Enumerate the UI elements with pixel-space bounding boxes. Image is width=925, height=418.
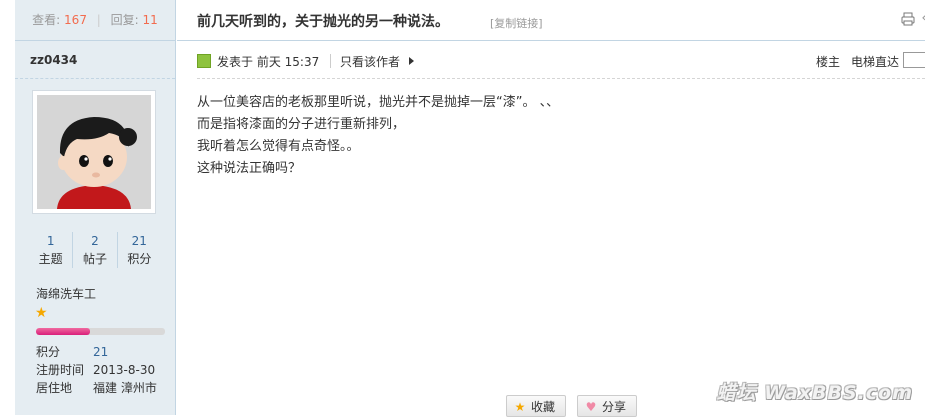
only-author-link[interactable]: 只看该作者 xyxy=(340,53,400,70)
post-content: 前几天听到的，关于抛光的另一种说法。 [复制链接] ‹ 发表于 前天 15:37… xyxy=(177,0,925,417)
floor-label: 楼主 xyxy=(815,55,840,69)
post-meta: 发表于 前天 15:37 只看该作者 楼主 电梯直达 xyxy=(197,52,925,79)
count-topics[interactable]: 1 主题 xyxy=(29,232,74,268)
count-points[interactable]: 21 积分 xyxy=(118,232,161,268)
jump-to-floor-input[interactable] xyxy=(903,52,925,68)
print-icon[interactable] xyxy=(901,12,915,26)
avatar[interactable] xyxy=(32,90,156,214)
info-row-location: 居住地 福建 漳州市 xyxy=(36,381,157,395)
author-info: 积分 21 注册时间 2013-8-30 居住地 福建 漳州市 xyxy=(36,343,157,397)
user-group[interactable]: 海绵洗车工 xyxy=(36,285,96,302)
post-line: 而是指将漆面的分子进行重新排列， xyxy=(197,117,406,132)
post-line: 我听着怎么觉得有点奇怪。。 xyxy=(197,139,360,154)
divider xyxy=(15,78,175,79)
post-body: 从一位美容店的老板那里听说，抛光并不是抛掉一层“漆”。 、、 而是指将漆面的分子… xyxy=(197,92,559,180)
thread-stats: 查看: 167 | 回复: 11 xyxy=(15,0,175,41)
view-label: 查看: xyxy=(32,13,61,27)
share-button[interactable]: ♥ 分享 xyxy=(577,395,637,417)
chevron-left-icon[interactable]: ‹ xyxy=(921,10,925,26)
post-time: 发表于 前天 15:37 xyxy=(217,55,320,69)
author-name-link[interactable]: zz0434 xyxy=(30,53,77,67)
level-progress-bar xyxy=(36,328,165,335)
stat-divider: | xyxy=(96,13,101,27)
info-row-registered: 注册时间 2013-8-30 xyxy=(36,363,156,377)
count-posts[interactable]: 2 帖子 xyxy=(73,232,118,268)
online-status-icon xyxy=(197,54,211,68)
divider xyxy=(330,54,331,68)
star-icon: ★ xyxy=(35,305,48,321)
thread-header: 前几天听到的，关于抛光的另一种说法。 [复制链接] ‹ xyxy=(177,0,925,41)
level-progress-fill xyxy=(36,328,91,335)
post-line: 这种说法正确吗？ xyxy=(197,161,302,176)
info-row-points: 积分 21 xyxy=(36,345,109,359)
author-sidebar: 查看: 167 | 回复: 11 zz0434 1 主题 2 帖子 21 积分 … xyxy=(15,0,176,415)
favorite-button[interactable]: ★ 收藏 xyxy=(506,395,566,417)
reply-count: 11 xyxy=(142,13,158,27)
jump-to-floor-label: 电梯直达 xyxy=(850,55,899,69)
author-counts: 1 主题 2 帖子 21 积分 xyxy=(29,232,161,268)
copy-link-button[interactable]: [复制链接] xyxy=(490,15,543,31)
thread-title: 前几天听到的，关于抛光的另一种说法。 xyxy=(197,14,449,30)
reply-label: 回复: xyxy=(110,13,139,27)
triangle-right-icon xyxy=(409,57,414,65)
watermark: 蜡坛 WaxBBS.com xyxy=(716,382,913,404)
avatar-cartoon-icon xyxy=(37,95,151,209)
view-count: 167 xyxy=(64,13,87,27)
post-line: 从一位美容店的老板那里听说，抛光并不是抛掉一层“漆”。 、、 xyxy=(197,95,560,110)
